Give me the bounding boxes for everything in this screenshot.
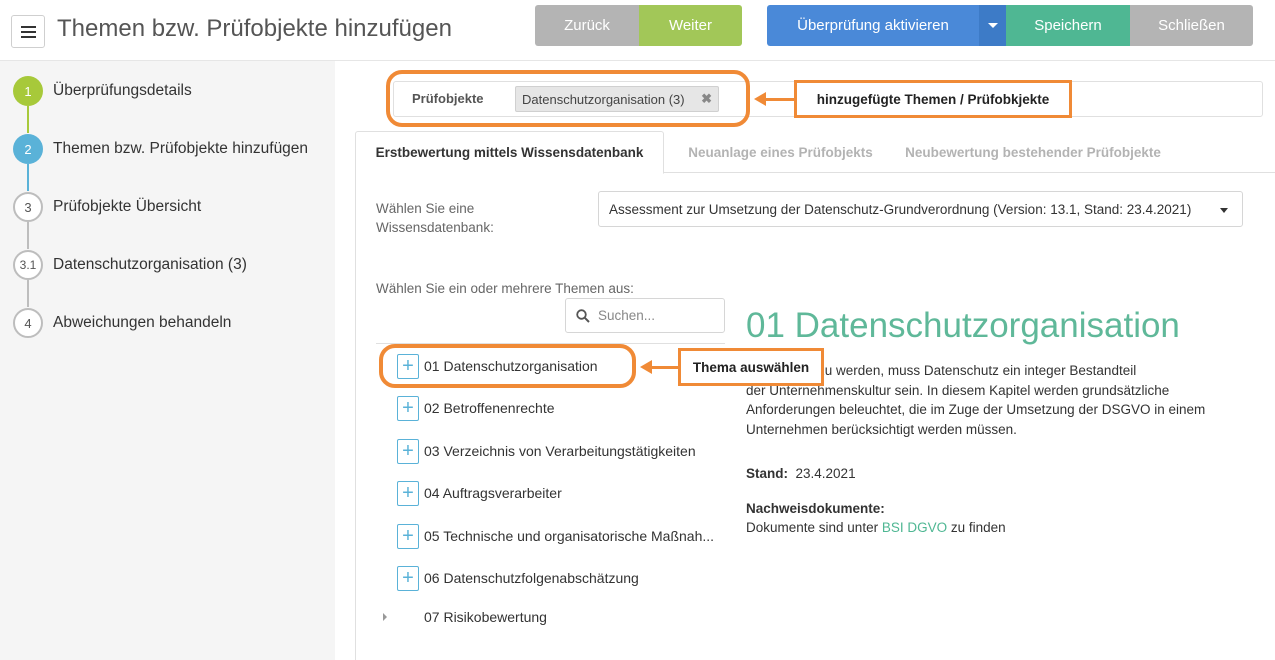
save-button[interactable]: Speichern — [1006, 5, 1130, 46]
activate-review-button[interactable]: Überprüfung aktivieren — [767, 5, 979, 46]
wizard-step-overview[interactable]: 3 Prüfobjekte Übersicht — [13, 192, 201, 222]
tab-new-object[interactable]: Neuanlage eines Prüfobjekts — [664, 131, 897, 173]
topic-label: 04 Auftragsverarbeiter — [424, 485, 562, 501]
step-number: 3 — [13, 192, 43, 222]
step-label: Überprüfungsdetails — [53, 82, 192, 99]
next-button[interactable]: Weiter — [639, 5, 742, 46]
topic-item[interactable]: + 06 Datenschutzfolgenabschätzung — [397, 565, 639, 591]
back-button[interactable]: Zurück — [535, 5, 639, 46]
step-number: 2 — [13, 134, 43, 164]
activate-options-dropdown[interactable] — [979, 5, 1006, 46]
step-label: Datenschutzorganisation (3) — [53, 256, 247, 273]
tab-initial-assessment[interactable]: Erstbewertung mittels Wissensdatenbank — [355, 131, 664, 174]
page-title: Themen bzw. Prüfobjekte hinzufügen — [57, 15, 452, 42]
step-number: 1 — [13, 76, 43, 106]
close-button[interactable]: Schließen — [1130, 5, 1253, 46]
annotation-highlight-topic — [379, 344, 636, 388]
bsi-dgvo-link[interactable]: BSI DGVO — [882, 520, 947, 535]
caret-down-icon — [987, 23, 998, 28]
topic-item[interactable]: + 03 Verzeichnis von Verarbeitungstätigk… — [397, 438, 696, 464]
menu-icon — [20, 25, 36, 28]
app-header: Themen bzw. Prüfobjekte hinzufügen Zurüc… — [0, 0, 1275, 61]
topic-label: 03 Verzeichnis von Verarbeitungstätigkei… — [424, 443, 696, 459]
step-number: 3.1 — [13, 250, 43, 280]
plus-icon[interactable]: + — [397, 565, 419, 591]
topic-detail-title: 01 Datenschutzorganisation — [746, 306, 1180, 345]
step-connector — [27, 222, 29, 249]
tab-bar: Erstbewertung mittels Wissensdatenbank N… — [355, 131, 1275, 174]
topic-search[interactable] — [565, 298, 725, 333]
step-label: Prüfobjekte Übersicht — [53, 198, 202, 215]
hamburger-menu-button[interactable] — [11, 15, 45, 48]
topic-item[interactable]: + 02 Betroffenenrechte — [397, 395, 555, 421]
wizard-step-data-protection-org[interactable]: 3.1 Datenschutzorganisation (3) — [13, 250, 247, 280]
step-connector — [27, 280, 29, 307]
topic-detail-documents: Nachweisdokumente: Dokumente sind unter … — [746, 501, 1006, 535]
step-label: Abweichungen behandeln — [53, 314, 232, 331]
knowledge-base-label: Wählen Sie eine Wissensdatenbank: — [376, 201, 494, 235]
search-input[interactable] — [598, 308, 708, 323]
topic-item[interactable]: 07 Risikobewertung — [383, 604, 547, 630]
step-label: Themen bzw. Prüfobjekte hinzufügen — [53, 140, 309, 157]
annotation-objects-hint: hinzugefügte Themen / Prüfobkjekte — [794, 80, 1072, 118]
topic-label: 02 Betroffenenrechte — [424, 400, 555, 416]
step-connector — [27, 164, 29, 191]
knowledge-base-selected: Assessment zur Umsetzung der Datenschutz… — [609, 201, 1192, 217]
plus-icon[interactable]: + — [397, 480, 419, 506]
step-connector — [27, 106, 29, 133]
caret-down-icon — [1220, 208, 1228, 213]
wizard-step-add-topics[interactable]: 2 Themen bzw. Prüfobjekte hinzufügen — [13, 134, 308, 164]
topics-label: Wählen Sie ein oder mehrere Themen aus: — [376, 281, 634, 296]
wizard-step-deviations[interactable]: 4 Abweichungen behandeln — [13, 308, 231, 338]
search-icon — [576, 308, 590, 323]
annotation-highlight-objects — [386, 70, 750, 127]
plus-icon[interactable]: + — [397, 523, 419, 549]
topic-item[interactable]: + 05 Technische und organisatorische Maß… — [397, 523, 714, 549]
topic-item[interactable]: + 04 Auftragsverarbeiter — [397, 480, 562, 506]
topic-label: 07 Risikobewertung — [424, 609, 547, 625]
tab-reassessment[interactable]: Neubewertung bestehender Prüfobjekte — [897, 131, 1169, 173]
topic-label: 05 Technische und organisatorische Maßna… — [424, 528, 715, 544]
knowledge-base-select[interactable]: Assessment zur Umsetzung der Datenschutz… — [598, 191, 1243, 227]
expand-triangle-icon[interactable] — [383, 613, 387, 621]
plus-icon[interactable]: + — [397, 438, 419, 464]
wizard-step-details[interactable]: 1 Überprüfungsdetails — [13, 76, 192, 106]
annotation-arrow — [754, 92, 794, 106]
annotation-topic-hint: Thema auswählen — [678, 348, 824, 386]
topic-detail-stand: Stand: 23.4.2021 — [746, 466, 856, 481]
annotation-arrow — [640, 360, 678, 374]
plus-icon[interactable]: + — [397, 395, 419, 421]
topic-label: 06 Datenschutzfolgenabschätzung — [424, 570, 639, 586]
step-number: 4 — [13, 308, 43, 338]
